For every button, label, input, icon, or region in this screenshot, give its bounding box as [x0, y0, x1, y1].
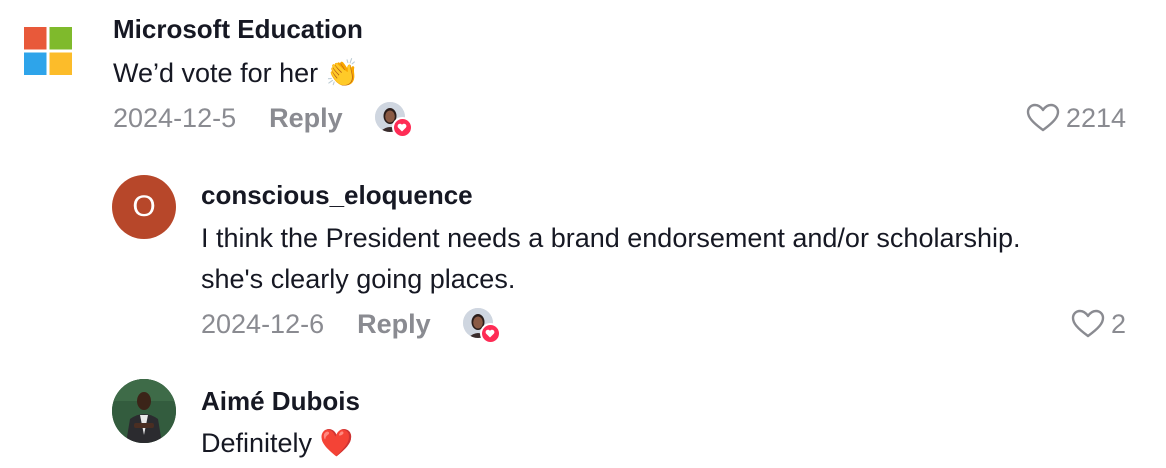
- heart-badge-icon: [391, 117, 413, 138]
- heart-outline-icon: [1026, 103, 1060, 132]
- letter-avatar[interactable]: O: [112, 175, 176, 239]
- comment-text-line-2: she's clearly going places.: [201, 264, 516, 294]
- comment-username[interactable]: Microsoft Education: [113, 14, 363, 45]
- comment-date: 2024-12-5: [113, 102, 237, 133]
- profile-photo-icon: [112, 379, 176, 443]
- comment-text-body: We’d vote for her: [113, 58, 319, 88]
- microsoft-logo-icon[interactable]: [24, 27, 72, 75]
- like-count: 2: [1110, 308, 1126, 339]
- comment-date: 2024-12-6: [201, 308, 325, 339]
- heart-badge-icon: [479, 323, 501, 344]
- clapping-hands-emoji: 👏: [325, 58, 360, 89]
- like-button[interactable]: 2: [1071, 306, 1126, 342]
- comment-text-body: Definitely: [201, 428, 313, 458]
- red-heart-emoji: ❤️: [319, 428, 354, 459]
- avatar-letter: O: [132, 190, 156, 223]
- comment-text: Definitely ❤️: [201, 422, 353, 465]
- comment-username[interactable]: Aimé Dubois: [201, 386, 360, 417]
- comment-text: We’d vote for her 👏: [113, 52, 359, 95]
- like-button[interactable]: 2214: [1026, 100, 1126, 136]
- comment-username[interactable]: conscious_eloquence: [201, 180, 473, 211]
- like-count: 2214: [1065, 102, 1126, 133]
- creator-liked-badge: [374, 102, 413, 138]
- comment-meta: 2024-12-5 Reply: [113, 100, 413, 138]
- comment-meta: 2024-12-6 Reply: [201, 306, 501, 344]
- creator-liked-badge: [462, 308, 501, 344]
- comment-text-line-1: I think the President needs a brand endo…: [201, 223, 1021, 253]
- profile-photo-avatar[interactable]: [112, 379, 176, 443]
- heart-outline-icon: [1071, 309, 1105, 338]
- reply-button[interactable]: Reply: [269, 103, 343, 134]
- reply-button[interactable]: Reply: [357, 309, 431, 340]
